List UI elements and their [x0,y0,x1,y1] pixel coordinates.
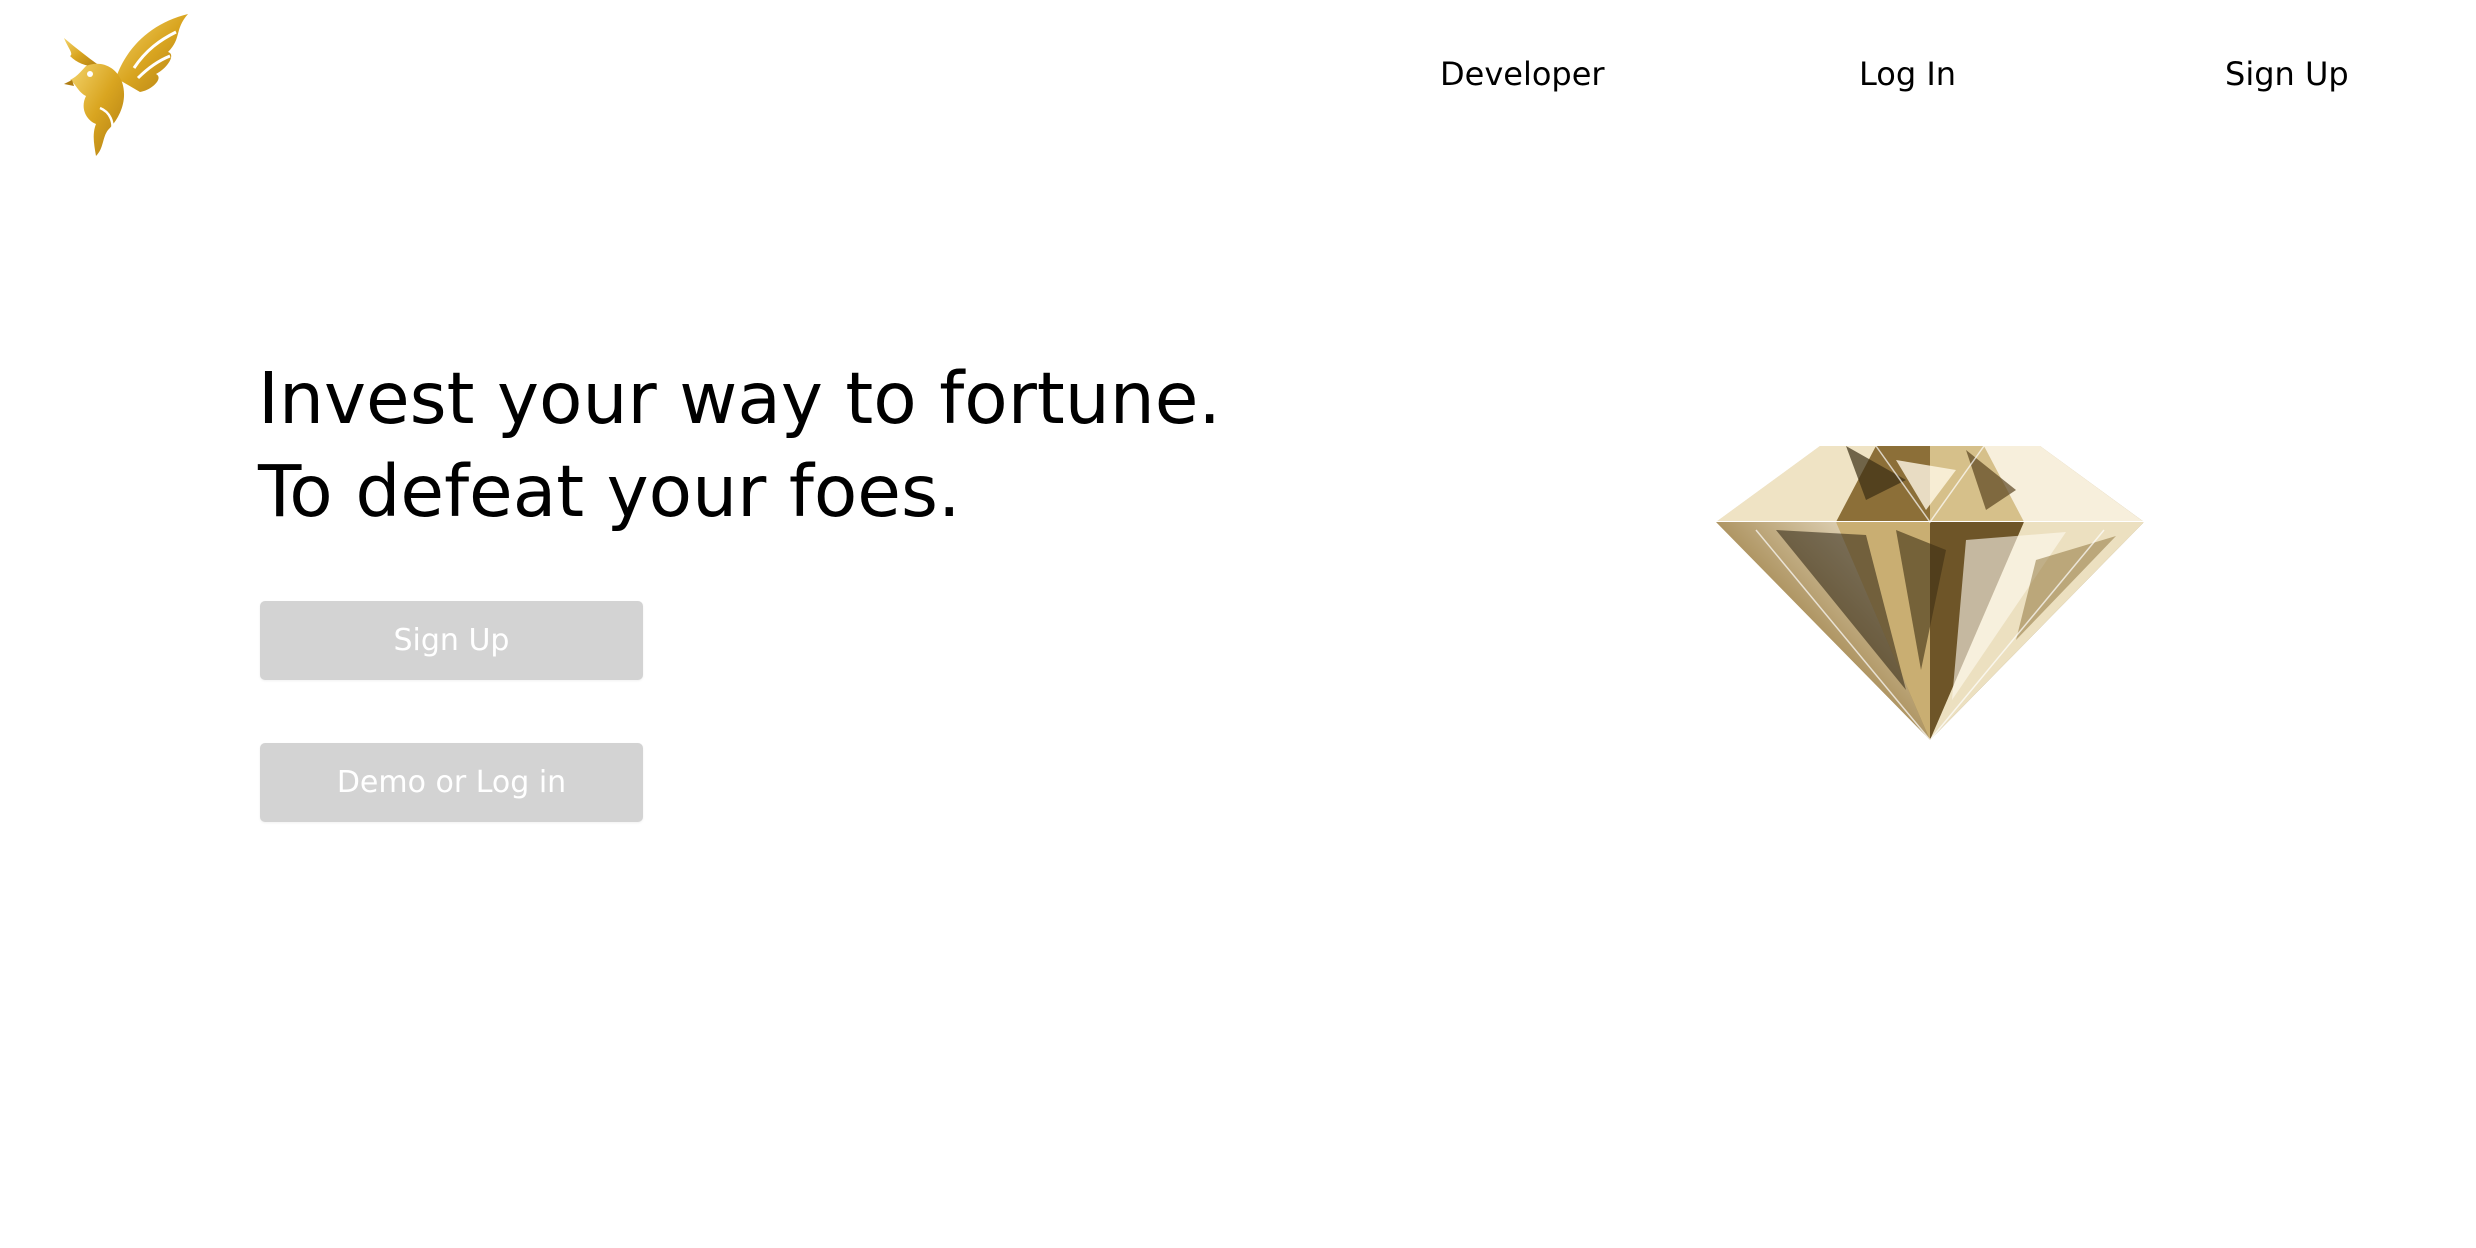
hero-title: Invest your way to fortune. To defeat yo… [258,352,1221,538]
nav-signup-link[interactable]: Sign Up [2225,50,2349,98]
hero-title-line-1: Invest your way to fortune. [258,357,1221,440]
demo-login-button[interactable]: Demo or Log in [260,743,643,822]
hero-title-line-2: To defeat your foes. [258,450,961,533]
nav-login-link[interactable]: Log In [1859,50,1956,98]
nav-developer-link[interactable]: Developer [1440,50,1605,98]
signup-button[interactable]: Sign Up [260,601,643,680]
diamond-icon [1716,440,2144,740]
eagle-logo-icon[interactable] [56,8,196,158]
